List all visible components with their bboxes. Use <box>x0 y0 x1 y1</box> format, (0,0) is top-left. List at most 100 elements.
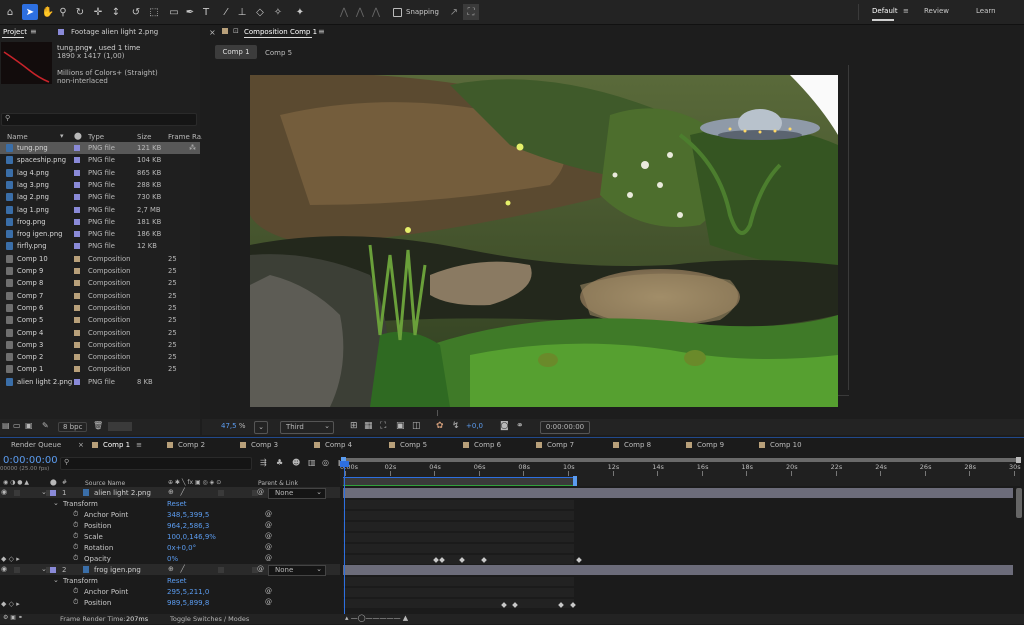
workspace-review[interactable]: Review <box>924 7 949 15</box>
trash-icon[interactable]: 🗑 <box>93 421 103 430</box>
project-item[interactable]: Comp 8 Composition 25 <box>0 277 200 289</box>
property-row-anchor-point[interactable]: ⏱ Anchor Point 295,5,211,0 @ <box>0 587 340 598</box>
timeline-tab-comp-9[interactable]: Comp 9 <box>686 441 724 449</box>
property-row-anchor-point[interactable]: ⏱ Anchor Point 348,5,399,5 @ <box>0 510 340 521</box>
workspace-default[interactable]: Default <box>872 7 898 15</box>
zoom-slider[interactable]: ▴ —◯————— ▲ <box>345 614 408 622</box>
label-swatch[interactable] <box>74 255 80 262</box>
label-swatch[interactable] <box>74 366 80 373</box>
col-type[interactable]: Type <box>88 133 104 141</box>
expression-pickwhip-icon[interactable]: @ <box>265 587 272 595</box>
composition-canvas[interactable] <box>250 75 838 407</box>
layer-2-switch-boxes-2[interactable] <box>218 567 258 573</box>
adjust-icon[interactable]: ✎ <box>42 421 49 430</box>
tab-menu-icon[interactable]: ≡ <box>136 441 142 449</box>
show-snapshot-icon[interactable]: ⚭ <box>516 421 524 431</box>
property-value[interactable]: 0x+0,0° <box>167 544 196 552</box>
stopwatch-icon[interactable]: ⏱ <box>73 521 78 530</box>
layer-2-switch-icons[interactable]: ⊕ ╱ <box>168 565 185 573</box>
layer-2-bar[interactable] <box>343 565 1013 575</box>
project-item[interactable]: firfly.png PNG file 12 KB <box>0 240 200 252</box>
label-swatch[interactable] <box>74 304 80 311</box>
project-item[interactable]: lag 4.png PNG file 865 KB <box>0 167 200 179</box>
transform-expand-icon[interactable]: ⌄ <box>53 499 59 507</box>
new-comp-icon[interactable]: ▣ <box>25 421 33 430</box>
playhead-handle[interactable] <box>340 461 349 467</box>
transform-expand-icon[interactable]: ⌄ <box>53 576 59 584</box>
motion-blur-icon[interactable]: ◎ <box>322 458 329 467</box>
label-swatch[interactable] <box>74 169 80 176</box>
project-item[interactable]: lag 1.png PNG file 2,7 MB <box>0 204 200 216</box>
expression-pickwhip-icon[interactable]: @ <box>265 510 272 518</box>
work-area-bar[interactable] <box>343 458 1018 462</box>
rotate-icon[interactable]: ↺ <box>128 4 144 20</box>
layer-2-visibility-icon[interactable]: ◉ <box>1 565 7 573</box>
region-icon[interactable]: ⛶ <box>380 421 386 431</box>
draft-3d-icon[interactable]: ♣ <box>276 458 283 467</box>
project-item[interactable]: lag 3.png PNG file 288 KB <box>0 179 200 191</box>
col-sort-icon[interactable]: ▾ <box>60 132 64 140</box>
layer-1-switch-icons[interactable]: ⊕ ╱ <box>168 488 185 496</box>
clone-icon[interactable]: ⊥ <box>234 4 250 20</box>
layer-1-bar[interactable] <box>343 488 1013 498</box>
project-item[interactable]: frog.png PNG file 181 KB <box>0 216 200 228</box>
label-swatch[interactable] <box>74 280 80 287</box>
layer-2-label[interactable] <box>50 567 56 573</box>
layer-1-label[interactable] <box>50 490 56 496</box>
rectangle-icon[interactable]: ▭ <box>166 4 182 20</box>
dolly-icon[interactable]: ↕ <box>108 4 124 20</box>
transparency-grid-icon[interactable]: ▦ <box>364 421 373 431</box>
project-item[interactable]: Comp 4 Composition 25 <box>0 327 200 339</box>
layer-1-expand-icon[interactable]: ⌄ <box>41 488 47 496</box>
color-channel-icon[interactable]: ✿ <box>436 421 444 431</box>
label-swatch[interactable] <box>74 268 80 274</box>
property-value[interactable]: 964,2,586,3 <box>167 522 209 530</box>
label-swatch[interactable] <box>74 145 80 151</box>
project-item[interactable]: Comp 6 Composition 25 <box>0 302 200 314</box>
project-item[interactable]: spaceship.png PNG file 104 KB <box>0 154 200 166</box>
timeline-timecode[interactable]: 0:00:00:00 <box>3 455 58 466</box>
marquee-icon[interactable]: ⬚ <box>146 4 162 20</box>
property-value[interactable]: 100,0,146,9% <box>167 533 216 541</box>
property-row-scale[interactable]: ⏱ Scale 100,0,146,9% @ <box>0 532 340 543</box>
comp-tab-2[interactable]: Comp 5 <box>265 49 292 57</box>
zoom-dropdown[interactable]: ⌄ <box>254 421 268 434</box>
viewer-lock-icon[interactable] <box>222 28 228 34</box>
comp-mini-flow-icon[interactable]: ⇶ <box>260 458 267 467</box>
project-tab[interactable]: Project <box>3 28 27 36</box>
label-swatch[interactable] <box>74 378 80 385</box>
axis-world-icon[interactable]: ⋀ <box>352 4 368 20</box>
stopwatch-icon[interactable]: ⏱ <box>73 554 78 563</box>
snapshot-icon[interactable]: ◙ <box>500 421 509 431</box>
property-value[interactable]: Reset <box>167 500 187 508</box>
label-swatch[interactable] <box>74 329 80 336</box>
project-item[interactable]: Comp 9 Composition 25 <box>0 265 200 277</box>
move-icon[interactable]: ✛ <box>90 4 106 20</box>
puppet-icon[interactable]: ✦ <box>292 4 308 20</box>
layer-2-parent-select[interactable]: None ⌄ <box>268 565 326 576</box>
frame-blend-icon[interactable]: ▥ <box>308 458 316 467</box>
label-swatch[interactable] <box>74 157 80 164</box>
project-item[interactable]: Comp 10 Composition 25 <box>0 253 200 265</box>
footer-icons[interactable]: ⚙ ▣ ⚭ <box>3 614 23 621</box>
eraser-icon[interactable]: ◇ <box>252 4 268 20</box>
project-menu-icon[interactable]: ≡ <box>30 27 37 36</box>
exposure-icon[interactable]: ↯ <box>452 421 460 431</box>
zoom-icon[interactable]: ⚲ <box>55 4 71 20</box>
layer-1-visibility-icon[interactable]: ◉ <box>1 488 7 496</box>
layer-2-pickwhip-icon[interactable]: @ <box>257 565 264 573</box>
view-mode-select[interactable]: Third ⌄ <box>280 421 334 434</box>
workspace-learn[interactable]: Learn <box>976 7 996 15</box>
layer-2-name[interactable]: frog igen.png <box>94 566 141 574</box>
axis-local-icon[interactable]: ⋀ <box>336 4 352 20</box>
timeline-tab-comp-2[interactable]: Comp 2 <box>167 441 205 449</box>
col-name[interactable]: Name <box>7 133 28 141</box>
toggle-grid-icon[interactable]: ⊞ <box>350 421 358 431</box>
project-item[interactable]: Comp 2 Composition 25 <box>0 351 200 363</box>
label-swatch[interactable] <box>74 341 80 348</box>
footage-tab[interactable]: Footage alien light 2.png <box>71 28 158 36</box>
project-item[interactable]: Comp 1 Composition 25 <box>0 363 200 375</box>
exposure-value[interactable]: +0,0 <box>466 422 483 430</box>
property-value[interactable]: 348,5,399,5 <box>167 511 209 519</box>
layer-1-switch-boxes-2[interactable] <box>218 490 258 496</box>
